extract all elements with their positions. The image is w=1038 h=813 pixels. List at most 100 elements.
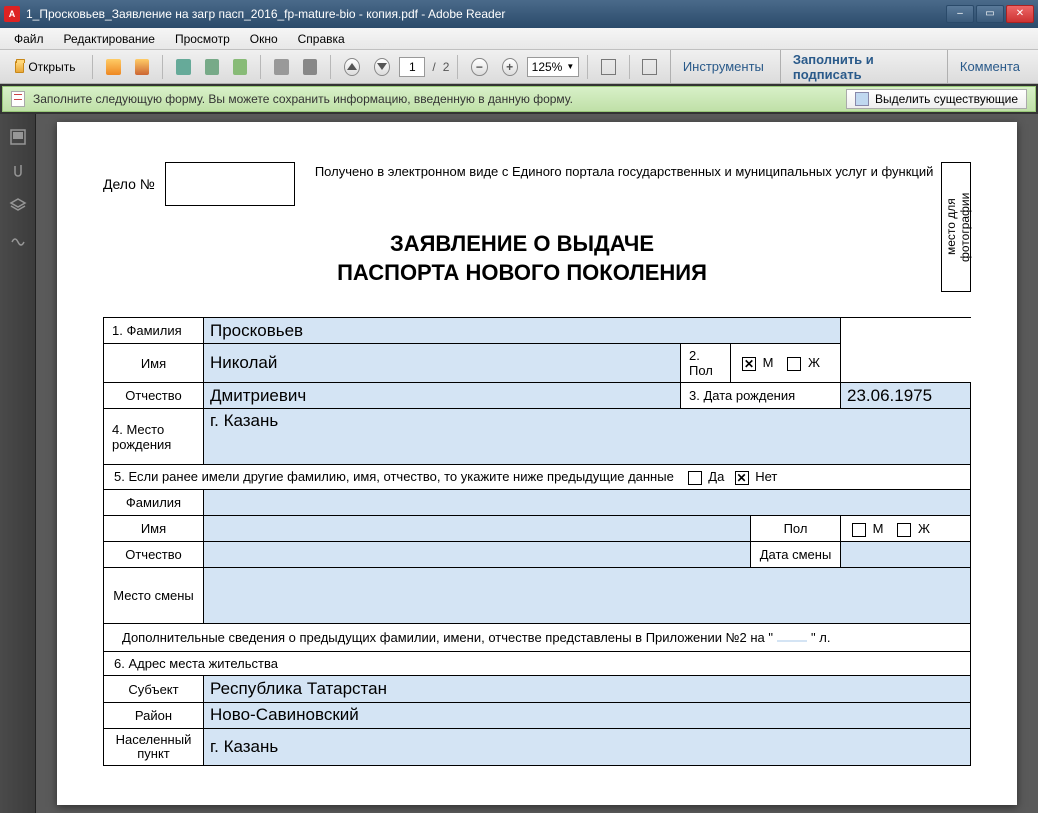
print2-button[interactable] — [298, 55, 322, 79]
upload-button[interactable] — [228, 55, 252, 79]
convert-button[interactable] — [130, 55, 154, 79]
menu-help[interactable]: Справка — [288, 30, 355, 48]
read-mode-button[interactable] — [637, 55, 661, 79]
subject-label: Субъект — [104, 676, 204, 702]
menubar: Файл Редактирование Просмотр Окно Справк… — [0, 28, 1038, 50]
save-icon — [176, 59, 190, 75]
patronymic-label: Отчество — [104, 383, 204, 409]
menu-edit[interactable]: Редактирование — [54, 30, 165, 48]
prev-yes-checkbox[interactable] — [688, 471, 702, 485]
name-field[interactable]: Николай — [204, 344, 681, 383]
birthplace-label: 4. Место рождения — [104, 409, 204, 465]
signatures-button[interactable] — [7, 228, 29, 250]
document-area[interactable]: Дело № Получено в электронном виде с Еди… — [36, 114, 1038, 813]
form-icon — [11, 91, 25, 107]
menu-file[interactable]: Файл — [4, 30, 54, 48]
email-icon — [205, 59, 219, 75]
prev-page-button[interactable] — [339, 55, 365, 79]
prev-patronymic-field[interactable] — [204, 542, 751, 568]
change-place-label: Место смены — [104, 568, 204, 624]
subject-field[interactable]: Республика Татарстан — [204, 676, 971, 702]
change-place-field[interactable] — [204, 568, 971, 624]
maximize-button[interactable]: ▭ — [976, 5, 1004, 23]
fit-width-button[interactable] — [596, 55, 620, 79]
delo-field[interactable] — [165, 162, 295, 206]
print-button[interactable] — [269, 55, 293, 79]
sex-field: М Ж — [731, 344, 841, 383]
window-title: 1_Просковьев_Заявление на загр пасп_2016… — [26, 7, 946, 21]
highlight-icon — [855, 92, 869, 106]
next-page-button[interactable] — [369, 55, 395, 79]
prev-no-checkbox[interactable] — [735, 471, 749, 485]
prev-sex-label: Пол — [751, 516, 841, 542]
appendix-pages-field[interactable] — [777, 640, 807, 642]
attachments-button[interactable] — [7, 160, 29, 182]
folder-icon — [15, 61, 24, 73]
comment-panel-button[interactable]: Коммента — [947, 50, 1032, 83]
photo-placeholder: место для фотографии — [941, 162, 971, 292]
district-field[interactable]: Ново-Савиновский — [204, 702, 971, 728]
page-sep: / — [432, 60, 435, 74]
form-info-bar: Заполните следующую форму. Вы можете сох… — [2, 86, 1036, 112]
city-field[interactable]: г. Казань — [204, 728, 971, 766]
thumbnails-button[interactable] — [7, 126, 29, 148]
change-date-label: Дата смены — [751, 542, 841, 568]
close-button[interactable]: ✕ — [1006, 5, 1034, 23]
surname-label: 1. Фамилия — [104, 318, 204, 344]
minimize-button[interactable]: – — [946, 5, 974, 23]
fit-icon — [601, 59, 615, 75]
address-section-label: 6. Адрес места жительства — [103, 652, 971, 676]
thumbnails-icon — [9, 128, 27, 146]
portal-text: Получено в электронном виде с Единого по… — [315, 162, 941, 181]
form-info-text: Заполните следующую форму. Вы можете сох… — [33, 92, 846, 106]
layers-button[interactable] — [7, 194, 29, 216]
sex-f-checkbox[interactable] — [787, 357, 801, 371]
city-label: Населенный пункт — [104, 728, 204, 766]
pdf-page: Дело № Получено в электронном виде с Еди… — [57, 122, 1017, 805]
prev-patronymic-label: Отчество — [104, 542, 204, 568]
name-label: Имя — [104, 344, 204, 383]
menu-view[interactable]: Просмотр — [165, 30, 240, 48]
signature-icon — [9, 230, 27, 248]
read-icon — [642, 59, 656, 75]
zoom-in-button[interactable]: + — [497, 55, 523, 79]
appendix-note: Дополнительные сведения о предыдущих фам… — [103, 624, 971, 652]
open-button[interactable]: Открыть — [6, 55, 84, 79]
zoom-select[interactable]: 125%▼ — [527, 57, 579, 77]
sex-label: 2. Пол — [681, 344, 731, 383]
birthplace-field[interactable]: г. Казань — [204, 409, 971, 465]
create-pdf-icon — [106, 59, 120, 75]
print-icon — [274, 59, 288, 75]
district-label: Район — [104, 702, 204, 728]
change-date-field[interactable] — [841, 542, 971, 568]
surname-field[interactable]: Просковьев — [204, 318, 841, 344]
tools-panel-button[interactable]: Инструменты — [670, 50, 776, 83]
highlight-label: Выделить существующие — [875, 92, 1018, 106]
page-input[interactable] — [399, 57, 425, 77]
dob-field[interactable]: 23.06.1975 — [841, 383, 971, 409]
arrow-down-icon — [374, 58, 390, 76]
prev-name-field[interactable] — [204, 516, 751, 542]
create-pdf-button[interactable] — [101, 55, 125, 79]
dob-label: 3. Дата рождения — [681, 383, 841, 409]
prev-sex-f-checkbox[interactable] — [897, 523, 911, 537]
window-titlebar: A 1_Просковьев_Заявление на загр пасп_20… — [0, 0, 1038, 28]
delo-label: Дело № — [103, 176, 155, 192]
zoom-out-button[interactable]: − — [466, 55, 492, 79]
minus-icon: − — [471, 58, 487, 76]
fill-sign-panel-button[interactable]: Заполнить и подписать — [780, 50, 943, 83]
menu-window[interactable]: Окно — [240, 30, 288, 48]
toolbar: Открыть / 2 − + 125%▼ Инструменты Заполн… — [0, 50, 1038, 84]
prev-surname-field[interactable] — [204, 490, 971, 516]
convert-icon — [135, 59, 149, 75]
highlight-fields-button[interactable]: Выделить существующие — [846, 89, 1027, 109]
sex-m-checkbox[interactable] — [742, 357, 756, 371]
upload-icon — [233, 59, 247, 75]
save-button[interactable] — [171, 55, 195, 79]
prev-surname-label: Фамилия — [104, 490, 204, 516]
patronymic-field[interactable]: Дмитриевич — [204, 383, 681, 409]
prev-names-question: 5. Если ранее имели другие фамилию, имя,… — [103, 465, 971, 490]
prev-sex-m-checkbox[interactable] — [852, 523, 866, 537]
email-button[interactable] — [200, 55, 224, 79]
page-total: 2 — [443, 60, 450, 74]
